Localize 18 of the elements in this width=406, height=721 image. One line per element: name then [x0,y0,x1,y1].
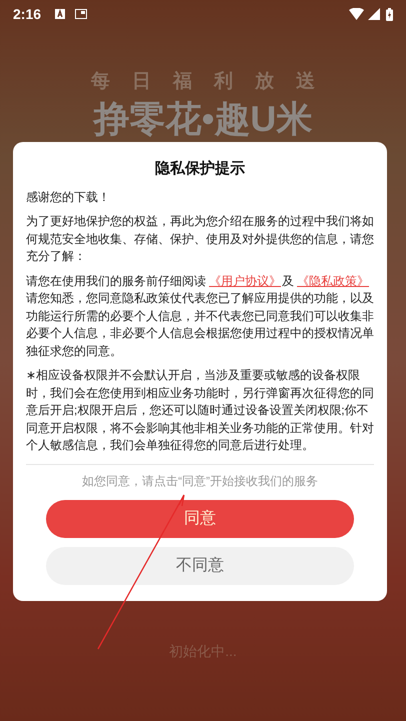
consent-hint: 如您同意，请点击“同意”开始接收我们的服务 [81,472,319,490]
dialog-paragraph: 感谢您的下载！ [26,188,111,206]
battery-icon [386,8,393,20]
dialog-paragraph: 为了更好地保护您的权益，再此为您介绍在服务的过程中我们将如何规范安全地收集、存储、保护、使用及对外提供您的信息，请您充分了解： [26,213,374,265]
wifi-icon [349,8,364,20]
signal-icon [368,8,380,20]
tagline: 每日福利放送 [90,70,337,94]
picture-in-picture-icon [75,9,88,19]
dialog-title: 隐私保护提示 [154,159,246,179]
policy-link[interactable]: 《用户协议》 [209,274,281,288]
status-time: 2:16 [13,4,42,24]
dialog-paragraph: ∗相应设备权限并不会默认开启，当涉及重要或敏感的设备权限时，我们会在您使用到相应业务功能时，另行弹窗再次征得您的同意后开启;权限开启后，您还可以随时通过设备设置关闭权限;你不同意开启权限，将不会影响其他非相关业务功能的正常使用。针对个人敏感信息，我们会单独征得您的同意后进行处理。 [26,367,374,454]
text-a-icon [55,9,66,19]
dialog-paragraph: 请您在使用我们的服务前仔细阅读 《用户协议》及 《隐私政策》 请您知悉，您同意隐私政策仗代表您已了解应用提供的功能，以及功能运行所需的必要个人信息，并不代表您已同意我们可以收集非必要个人信息，非必要个人信息会根据您使用过程中的授权情况单独征求您的同意。 [26,272,374,360]
policy-link[interactable]: 《隐私政策》 [297,274,369,288]
headline: 挣零花•趣U米 [94,98,312,138]
disagree-button[interactable]: 不同意 [46,547,354,586]
agree-button[interactable]: 同意 [46,500,354,538]
